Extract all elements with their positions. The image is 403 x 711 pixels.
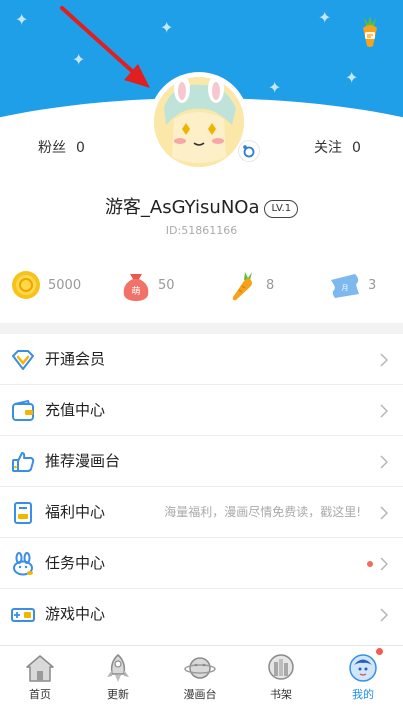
coin-balance: 5000 [48, 277, 82, 293]
avatar[interactable] [149, 72, 249, 172]
chevron-right-icon [380, 506, 388, 520]
chevron-right-icon [380, 557, 388, 571]
tab-label: 首页 [29, 688, 51, 701]
menu-item-label: 任务中心 [45, 554, 106, 572]
username-row: 游客_AsGYisuNOa LV.1 [0, 193, 403, 219]
username: 游客_AsGYisuNOa [104, 197, 260, 218]
menu-item-label: 开通会员 [45, 350, 106, 368]
change-avatar-icon[interactable] [238, 140, 260, 162]
tab-comic-station[interactable]: 漫画台 [160, 646, 240, 711]
chevron-right-icon [380, 353, 388, 367]
cute-bag-icon: 萌 [123, 274, 149, 301]
currency-carrot[interactable]: 8 [228, 265, 274, 305]
tab-label: 我的 [352, 688, 374, 701]
tab-label: 更新 [107, 688, 129, 701]
level-badge: LV.1 [264, 200, 299, 218]
bag-balance: 50 [158, 277, 175, 293]
notification-dot [367, 561, 373, 567]
currency-coin[interactable]: 5000 [10, 265, 81, 305]
bottom-tab-bar: 首页 更新 漫画台 书架 我的 [0, 645, 403, 711]
ticket-balance: 3 [368, 277, 377, 293]
currency-row: 5000 萌 50 8 月 3 [0, 265, 403, 305]
tab-label: 书架 [270, 688, 292, 701]
svg-text:萌: 萌 [131, 285, 140, 297]
menu-item-label: 推荐漫画台 [45, 452, 121, 470]
welfare-hint: 海量福利，漫画尽情免费读，戳这里! [164, 505, 361, 519]
menu-item-vip[interactable]: 开通会员 [0, 334, 403, 385]
diamond-icon [12, 350, 34, 370]
rocket-icon [107, 654, 129, 682]
thumbs-up-icon [12, 452, 35, 472]
svg-text:月: 月 [342, 284, 349, 292]
carrot-balance: 8 [266, 277, 275, 293]
planet-icon [184, 657, 216, 679]
gift-card-icon [14, 502, 32, 524]
chevron-right-icon [380, 404, 388, 418]
home-icon [26, 655, 54, 682]
menu-item-label: 充值中心 [45, 401, 106, 419]
menu-item-recommend[interactable]: 推荐漫画台 [0, 436, 403, 487]
menu-item-welfare[interactable]: 福利中心 海量福利，漫画尽情免费读，戳这里! [0, 487, 403, 538]
fans-label: 粉丝 [38, 140, 66, 156]
carrot-mascot-icon[interactable] [355, 14, 385, 48]
wallet-icon [12, 399, 34, 421]
menu-item-games[interactable]: 游戏中心 [0, 589, 403, 640]
user-id: ID:51861166 [165, 224, 238, 237]
bunny-icon [13, 552, 33, 576]
menu-item-tasks[interactable]: 任务中心 [0, 538, 403, 589]
tab-label: 漫画台 [183, 688, 217, 701]
gamepad-icon [11, 608, 35, 622]
follow-label: 关注 [314, 140, 342, 156]
tab-mine[interactable]: 我的 [323, 646, 403, 711]
section-divider [0, 323, 403, 334]
profile-icon [349, 654, 377, 682]
tab-bookshelf[interactable]: 书架 [241, 646, 321, 711]
fans-stat[interactable]: 粉丝 0 [38, 137, 85, 157]
fans-count: 0 [76, 140, 85, 156]
bookshelf-icon [268, 654, 294, 680]
menu-item-label: 福利中心 [45, 503, 106, 521]
tab-update[interactable]: 更新 [78, 646, 158, 711]
menu-list: 开通会员 充值中心 推荐漫画台 福利中心 海量福利，漫画尽情免费读，戳这里! 任… [0, 334, 403, 640]
chevron-right-icon [380, 608, 388, 622]
ticket-icon: 月 [331, 274, 359, 298]
currency-ticket[interactable]: 月 3 [328, 265, 376, 305]
currency-bag[interactable]: 萌 50 [120, 265, 175, 305]
follow-stat[interactable]: 关注 0 [314, 137, 361, 157]
carrot-icon [232, 272, 252, 301]
follow-count: 0 [352, 140, 361, 156]
chevron-right-icon [380, 455, 388, 469]
tab-home[interactable]: 首页 [0, 646, 80, 711]
menu-item-recharge[interactable]: 充值中心 [0, 385, 403, 436]
notification-dot [376, 648, 383, 655]
coin-icon [12, 271, 40, 299]
avatar-image [154, 77, 244, 167]
menu-item-label: 游戏中心 [45, 605, 106, 623]
